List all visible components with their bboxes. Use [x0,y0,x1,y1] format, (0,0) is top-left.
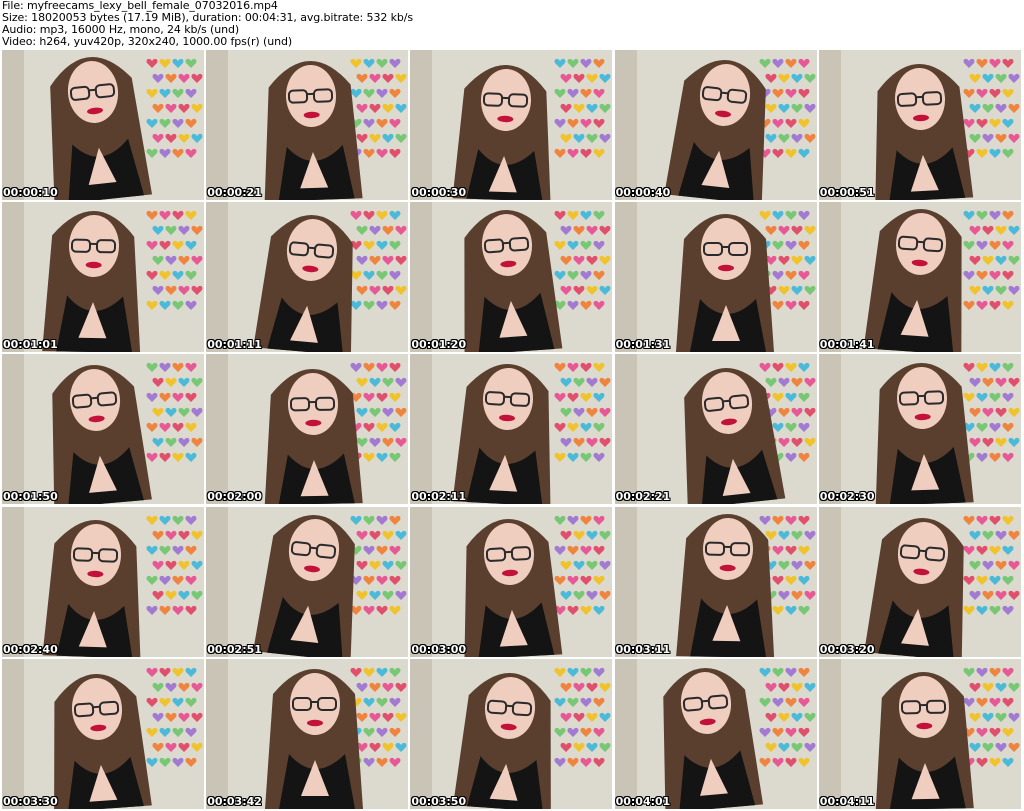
timestamp-label: 00:03:50 [411,794,467,808]
video-thumbnail[interactable]: 00:02:51 [206,506,409,657]
video-thumbnail[interactable]: 00:02:40 [2,506,204,657]
timestamp-label: 00:03:11 [615,642,671,656]
webcam-frame-image [410,506,613,657]
webcam-frame-image [614,506,817,657]
timestamp-label: 00:01:20 [411,338,467,352]
webcam-frame-image [818,202,1021,353]
video-thumbnail[interactable]: 00:02:30 [818,354,1021,505]
webcam-frame-image [206,506,409,657]
timestamp-label: 00:00:21 [207,186,262,199]
video-thumbnail[interactable]: 00:00:21 [206,50,409,200]
timestamp-label: 00:03:20 [819,642,875,656]
webcam-frame-image [614,354,817,505]
webcam-frame-image [2,202,204,353]
video-thumbnail[interactable]: 00:00:51 [818,50,1021,200]
webcam-frame-image [2,354,204,505]
webcam-frame-image [818,658,1021,809]
timestamp-label: 00:04:11 [819,794,875,808]
video-thumbnail[interactable]: 00:01:50 [2,354,204,505]
timestamp-label: 00:01:11 [207,338,262,352]
webcam-frame-image [206,202,409,353]
video-thumbnail[interactable]: 00:03:11 [614,506,817,657]
webcam-frame-image [614,202,817,353]
video-thumbnail[interactable]: 00:01:20 [410,202,613,353]
timestamp-label: 00:02:11 [411,490,467,504]
timestamp-label: 00:03:42 [207,794,262,808]
video-thumbnail[interactable]: 00:03:30 [2,658,204,809]
webcam-frame-image [206,354,409,505]
webcam-frame-image [2,506,204,657]
webcam-frame-image [2,50,204,200]
video-thumbnail[interactable]: 00:03:00 [410,506,613,657]
video-thumbnail[interactable]: 00:00:30 [410,50,613,200]
webcam-frame-image [206,50,409,200]
timestamp-label: 00:03:00 [411,642,467,656]
timestamp-label: 00:02:00 [207,490,262,504]
webcam-frame-image [410,658,613,809]
timestamp-label: 00:00:30 [411,186,467,199]
timestamp-label: 00:02:21 [615,490,671,504]
video-thumbnail[interactable]: 00:02:21 [614,354,817,505]
video-thumbnail[interactable]: 00:03:20 [818,506,1021,657]
video-thumbnail[interactable]: 00:02:00 [206,354,409,505]
timestamp-label: 00:01:01 [3,338,58,352]
webcam-frame-image [206,658,409,809]
timestamp-label: 00:02:40 [3,642,58,656]
timestamp-label: 00:03:30 [3,794,58,808]
thumbnail-grid: 00:00:10 00:00:21 00:00:30 00:00:40 00:0… [2,50,1024,811]
timestamp-label: 00:00:51 [819,186,875,199]
webcam-frame-image [818,354,1021,505]
video-thumbnail[interactable]: 00:00:10 [2,50,204,200]
timestamp-label: 00:01:31 [615,338,671,352]
video-thumbnail[interactable]: 00:04:01 [614,658,817,809]
video-thumbnail[interactable]: 00:00:40 [614,50,817,200]
video-thumbnail[interactable]: 00:04:11 [818,658,1021,809]
webcam-frame-image [410,354,613,505]
webcam-frame-image [410,50,613,200]
video-thumbnail[interactable]: 00:02:11 [410,354,613,505]
webcam-frame-image [614,50,817,200]
webcam-frame-image [818,506,1021,657]
webcam-frame-image [2,658,204,809]
video-info-line: Video: h264, yuv420p, 320x240, 1000.00 f… [2,35,293,48]
timestamp-label: 00:02:51 [207,642,262,656]
video-thumbnail[interactable]: 00:01:41 [818,202,1021,353]
timestamp-label: 00:00:40 [615,186,671,199]
timestamp-label: 00:01:41 [819,338,875,352]
webcam-frame-image [614,658,817,809]
timestamp-label: 00:01:50 [3,490,58,504]
webcam-frame-image [410,202,613,353]
video-thumbnail[interactable]: 00:01:01 [2,202,204,353]
video-thumbnail[interactable]: 00:01:31 [614,202,817,353]
timestamp-label: 00:00:10 [3,186,58,199]
video-thumbnail[interactable]: 00:01:11 [206,202,409,353]
video-thumbnail[interactable]: 00:03:42 [206,658,409,809]
webcam-frame-image [818,50,1021,200]
timestamp-label: 00:04:01 [615,794,671,808]
video-thumbnail[interactable]: 00:03:50 [410,658,613,809]
timestamp-label: 00:02:30 [819,490,875,504]
file-info-header: File: myfreecams_lexy_bell_female_070320… [2,0,1022,50]
